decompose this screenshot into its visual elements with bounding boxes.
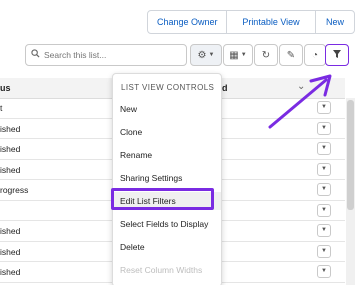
status-cell: ished: [0, 144, 21, 154]
row-actions-dropdown[interactable]: ▼: [317, 244, 331, 258]
row-actions-dropdown[interactable]: ▼: [317, 142, 331, 155]
row-actions-dropdown[interactable]: ▼: [317, 121, 331, 135]
menu-item-select-fields[interactable]: Select Fields to Display: [113, 215, 221, 233]
row-actions-dropdown[interactable]: ▼: [317, 101, 331, 114]
search-box[interactable]: [25, 44, 187, 66]
status-cell: ished: [0, 267, 21, 277]
pencil-icon: ✎: [286, 49, 296, 61]
refresh-button[interactable]: ↻: [254, 44, 278, 66]
status-cell: rogress: [0, 185, 29, 195]
row-actions-dropdown[interactable]: ▼: [317, 203, 331, 217]
edit-button[interactable]: ✎: [279, 44, 303, 66]
menu-heading: LIST VIEW CONTROLS: [121, 83, 215, 92]
gear-icon: ⚙: [197, 49, 207, 61]
scrollbar-thumb[interactable]: [347, 100, 354, 210]
change-owner-button[interactable]: Change Owner: [148, 11, 227, 33]
chart-icon: ◔: [311, 49, 319, 61]
list-view-screen: Change Owner Printable View New ⚙▼ ▦▼ ↻ …: [0, 0, 357, 285]
table-icon: ▦: [229, 49, 239, 61]
list-view-controls-button[interactable]: ⚙ ▼: [190, 44, 222, 66]
status-cell: t: [0, 103, 3, 113]
chevron-down-icon[interactable]: ⌄: [297, 81, 305, 92]
filter-icon: [332, 49, 342, 62]
chart-button[interactable]: ◔: [304, 44, 326, 66]
menu-item-new[interactable]: New: [113, 100, 221, 118]
new-button[interactable]: New: [316, 11, 354, 33]
status-cell: ished: [0, 164, 21, 175]
status-cell: ished: [0, 123, 21, 134]
menu-item-reset-column-widths: Reset Column Widths: [120, 265, 203, 275]
search-icon: [26, 49, 44, 61]
filter-button[interactable]: [325, 44, 349, 66]
top-action-group: Change Owner Printable View New: [147, 10, 355, 34]
menu-item-sharing-settings[interactable]: Sharing Settings: [113, 169, 221, 187]
display-as-button[interactable]: ▦ ▼: [223, 44, 253, 66]
status-cell: ished: [0, 246, 21, 257]
menu-item-delete[interactable]: Delete: [113, 238, 221, 256]
chevron-down-icon: ▼: [240, 52, 247, 58]
annotation-highlight-box: [111, 188, 214, 210]
search-input[interactable]: [44, 50, 179, 60]
column-header-status[interactable]: us: [0, 83, 11, 93]
list-view-controls-menu: LIST VIEW CONTROLS New Clone Rename Shar…: [112, 73, 222, 285]
menu-item-clone[interactable]: Clone: [113, 123, 221, 141]
row-actions-dropdown[interactable]: ▼: [317, 183, 331, 196]
menu-item-rename[interactable]: Rename: [113, 146, 221, 164]
status-cell: ished: [0, 226, 21, 236]
printable-view-button[interactable]: Printable View: [227, 11, 316, 33]
row-actions-dropdown[interactable]: ▼: [317, 265, 331, 278]
row-actions-dropdown[interactable]: ▼: [317, 224, 331, 237]
row-actions-dropdown[interactable]: ▼: [317, 162, 331, 176]
chevron-down-icon: ▼: [208, 52, 215, 58]
refresh-icon: ↻: [261, 49, 271, 61]
